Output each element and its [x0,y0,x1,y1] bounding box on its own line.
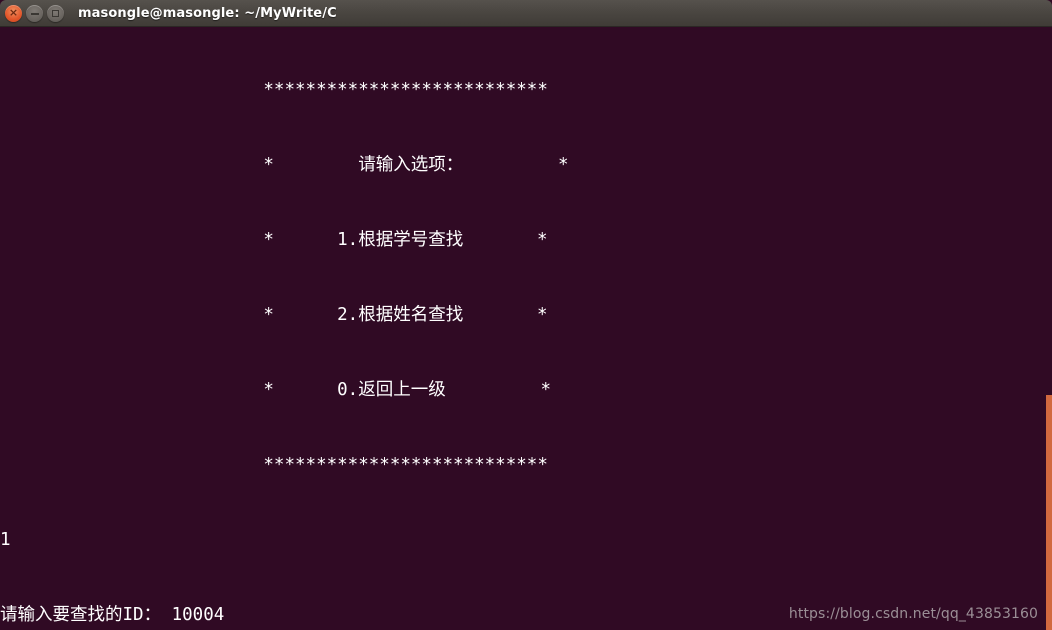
terminal-body[interactable]: *************************** * 请输入选项： * *… [0,27,1052,630]
terminal-line: 请输入要查找的ID： 10004 [0,605,225,625]
terminal-screen: *************************** * 请输入选项： * *… [0,27,706,630]
scrollbar-thumb[interactable] [1046,395,1052,630]
terminal-line: * 0.返回上一级 * [0,380,552,400]
terminal-line: * 请输入选项： * [0,155,569,175]
minimize-button[interactable] [26,5,43,22]
terminal-window: × masongle@masongle: ~/MyWrite/C *******… [0,0,1052,630]
maximize-button[interactable] [47,5,64,22]
maximize-icon [52,10,59,17]
terminal-line: *************************** [0,80,548,100]
terminal-line: * 2.根据姓名查找 * [0,305,548,325]
window-titlebar[interactable]: × masongle@masongle: ~/MyWrite/C [0,0,1052,27]
terminal-line: 1 [0,530,11,550]
close-icon: × [8,6,19,19]
terminal-line: *************************** [0,455,548,475]
close-button[interactable]: × [5,5,22,22]
terminal-line: * 1.根据学号查找 * [0,230,548,250]
window-controls: × [5,5,64,22]
window-title: masongle@masongle: ~/MyWrite/C [78,6,337,21]
terminal-scrollbar[interactable] [1046,27,1052,630]
watermark-text: https://blog.csdn.net/qq_43853160 [788,606,1038,622]
minimize-icon [30,12,39,15]
